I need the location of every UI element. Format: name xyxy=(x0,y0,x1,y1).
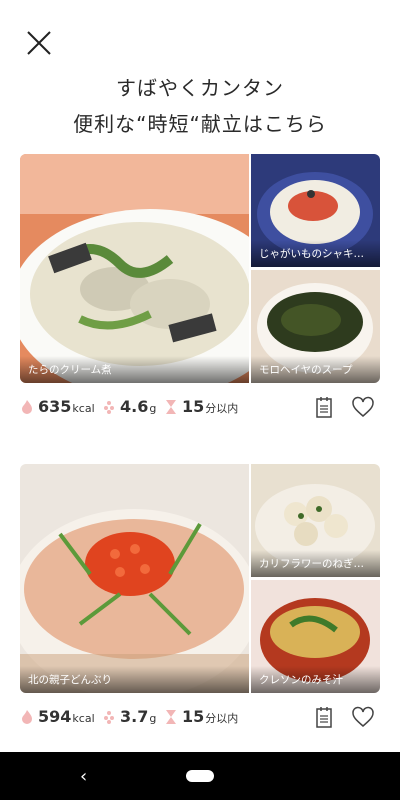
side-dish-2-photo[interactable]: モロヘイヤのスープ xyxy=(251,270,380,383)
back-icon[interactable]: ‹ xyxy=(80,766,87,787)
main-dish-photo[interactable]: たらのクリーム煮 xyxy=(20,154,249,383)
menu-photos: たらのクリーム煮 じゃがいものシャキシャキ モロヘイヤのスープ xyxy=(20,154,380,383)
close-button[interactable] xyxy=(22,26,56,60)
side-dish-1-photo[interactable]: カリフラワーのねぎじそ xyxy=(251,464,380,577)
recipe-list-icon xyxy=(316,707,332,728)
favorite-button[interactable] xyxy=(351,395,375,419)
menu-card: 北の親子どんぶり カリフラワーのねぎじそ クレソンのみそ汁 594 kcal 3… xyxy=(20,464,380,741)
calorie-value: 594 xyxy=(38,707,72,726)
side-dish-1-caption: じゃがいものシャキシャキ xyxy=(251,240,380,267)
calorie-stat: 594 kcal xyxy=(20,707,95,726)
salt-value: 3.7 xyxy=(120,707,149,726)
flame-icon xyxy=(22,709,32,724)
header-line-1: すばやくカンタン xyxy=(116,76,284,100)
side-dish-2-caption: モロヘイヤのスープ xyxy=(251,356,380,383)
header-line-2: 便利な“時短“献立はこちら xyxy=(73,112,327,136)
calorie-stat: 635 kcal xyxy=(20,397,95,416)
recipe-list-icon xyxy=(316,397,332,418)
hourglass-icon xyxy=(166,399,176,414)
main-dish-caption: たらのクリーム煮 xyxy=(20,356,249,383)
main-dish-caption: 北の親子どんぶり xyxy=(20,666,249,693)
salt-unit: g xyxy=(149,712,157,725)
close-icon xyxy=(27,31,51,55)
time-unit: 分以内 xyxy=(205,402,239,415)
salt-icon xyxy=(104,400,114,414)
time-unit: 分以内 xyxy=(205,712,239,725)
side-dish-2-caption: クレソンのみそ汁 xyxy=(251,666,380,693)
recipe-list-button[interactable] xyxy=(312,395,336,419)
hourglass-icon xyxy=(166,709,176,724)
menu-stats: 594 kcal 3.7 g 15 分以内 xyxy=(20,693,380,741)
heart-icon xyxy=(352,396,374,417)
recipe-list-button[interactable] xyxy=(312,705,336,729)
time-value: 15 xyxy=(182,707,205,726)
salt-unit: g xyxy=(149,402,157,415)
side-dish-2-photo[interactable]: クレソンのみそ汁 xyxy=(251,580,380,693)
salt-stat: 3.7 g xyxy=(102,707,156,726)
calorie-unit: kcal xyxy=(72,712,95,725)
salt-stat: 4.6 g xyxy=(102,397,156,416)
favorite-button[interactable] xyxy=(351,705,375,729)
time-value: 15 xyxy=(182,397,205,416)
salt-value: 4.6 xyxy=(120,397,149,416)
heart-icon xyxy=(352,706,374,727)
time-stat: 15 分以内 xyxy=(164,707,238,726)
system-navigation-bar: ‹ xyxy=(0,752,400,800)
calorie-unit: kcal xyxy=(72,402,95,415)
salt-icon xyxy=(104,710,114,724)
side-dish-1-photo[interactable]: じゃがいものシャキシャキ xyxy=(251,154,380,267)
side-dish-1-caption: カリフラワーのねぎじそ xyxy=(251,550,380,577)
home-pill[interactable] xyxy=(186,770,214,782)
menu-card: たらのクリーム煮 じゃがいものシャキシャキ モロヘイヤのスープ 635 kcal… xyxy=(20,154,380,431)
menu-photos: 北の親子どんぶり カリフラワーのねぎじそ クレソンのみそ汁 xyxy=(20,464,380,693)
main-dish-photo[interactable]: 北の親子どんぶり xyxy=(20,464,249,693)
flame-icon xyxy=(22,399,32,414)
calorie-value: 635 xyxy=(38,397,72,416)
menu-stats: 635 kcal 4.6 g 15 分以内 xyxy=(20,383,380,431)
time-stat: 15 分以内 xyxy=(164,397,238,416)
